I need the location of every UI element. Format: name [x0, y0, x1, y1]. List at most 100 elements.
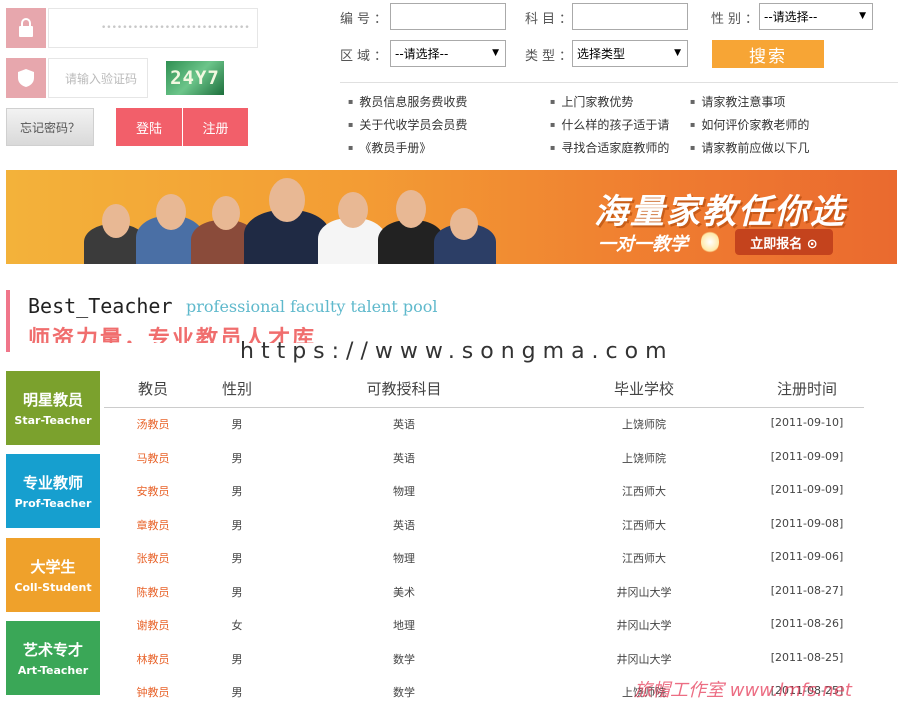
date-cell: [2011-09-06]: [770, 550, 844, 563]
teacher-photo: [156, 194, 186, 230]
subject-cell: 数学: [393, 652, 415, 666]
info-link[interactable]: 关于代收学员会员费: [348, 115, 467, 138]
category-label: 艺术专才: [22, 641, 83, 659]
captcha-row: 请输入验证码 24Y7: [6, 58, 258, 98]
column-header-teacher: 教员: [137, 380, 169, 398]
password-row: ••••••••••••••••••••••••••••: [6, 8, 258, 48]
region-label: 区域：: [340, 49, 392, 64]
category-coll-student[interactable]: 大学生 Coll-Student: [6, 538, 100, 612]
gender-cell: 男: [231, 585, 243, 599]
teacher-name-link[interactable]: 安教员: [137, 483, 170, 499]
teacher-name-link[interactable]: 张教员: [137, 550, 170, 566]
gender-cell: 男: [231, 652, 243, 666]
teacher-name-link[interactable]: 汤教员: [137, 416, 170, 432]
table-row: 马教员 男 英语 上饶师院 [2011-09-09]: [104, 444, 864, 477]
gender-select-value: --请选择--: [764, 10, 818, 24]
search-button[interactable]: 搜索: [712, 40, 824, 68]
subject-cell: 英语: [393, 418, 415, 431]
subject-cell: 物理: [393, 552, 415, 565]
forgot-password-button[interactable]: 忘记密码？: [6, 108, 94, 146]
login-button[interactable]: 登陆: [116, 108, 182, 146]
category-label-en: Coll-Student: [14, 581, 92, 594]
register-button[interactable]: 注册: [183, 108, 248, 146]
type-select[interactable]: 选择类型 ▼: [572, 40, 688, 67]
password-input[interactable]: ••••••••••••••••••••••••••••: [48, 8, 258, 48]
teacher-name-link[interactable]: 章教员: [137, 517, 170, 533]
info-link[interactable]: 什么样的孩子适于请: [550, 115, 669, 138]
signup-now-button[interactable]: 立即报名 ⊙: [735, 229, 833, 255]
subject-label: 科目：: [525, 12, 577, 27]
shield-icon: [6, 58, 46, 98]
region-select[interactable]: --请选择-- ▼: [390, 40, 506, 67]
gender-cell: 男: [231, 686, 243, 699]
column-header-subject: 可教授科目: [366, 380, 442, 398]
table-row: 安教员 男 物理 江西师大 [2011-09-09]: [104, 477, 864, 510]
gender-cell: 男: [231, 485, 243, 498]
date-cell: [2011-08-27]: [770, 583, 844, 597]
table-row: 谢教员 女 地理 井冈山大学 [2011-08-26]: [104, 611, 864, 644]
type-label: 类型：: [525, 49, 577, 64]
teacher-name-link[interactable]: 林教员: [137, 651, 170, 667]
teacher-name-link[interactable]: 马教员: [137, 450, 170, 466]
category-label-en: Art-Teacher: [17, 664, 89, 677]
teacher-photo: [102, 204, 130, 238]
info-link[interactable]: 寻找合适家庭教师的: [550, 138, 669, 161]
date-cell: [2011-08-25]: [770, 650, 844, 664]
subject-cell: 英语: [393, 451, 415, 465]
captcha-input[interactable]: 请输入验证码: [48, 58, 148, 98]
category-label-en: Star-Teacher: [14, 414, 92, 427]
lightbulb-icon: [701, 230, 719, 254]
date-cell: [2011-09-09]: [770, 483, 844, 496]
table-row: 章教员 男 英语 江西师大 [2011-09-08]: [104, 511, 864, 544]
id-input[interactable]: [390, 3, 506, 30]
teacher-photo: [338, 192, 368, 228]
subject-cell: 数学: [393, 686, 415, 699]
subject-cell: 地理: [393, 619, 415, 632]
teacher-name-link[interactable]: 陈教员: [137, 584, 170, 600]
gender-label: 性别：: [711, 12, 763, 27]
school-cell: 井冈山大学: [616, 585, 672, 599]
divider: [340, 82, 898, 83]
info-links-col3: 请家教注意事项 如何评价家教老师的 请家教前应做以下几: [690, 92, 809, 161]
captcha-image[interactable]: 24Y7: [166, 61, 224, 95]
chevron-down-icon: ▼: [674, 48, 681, 58]
school-cell: 上饶师院: [622, 418, 666, 431]
info-link[interactable]: 《教员手册》: [348, 138, 467, 161]
subject-input[interactable]: [572, 3, 688, 30]
info-link[interactable]: 教员信息服务费收费: [348, 92, 467, 115]
category-star-teacher[interactable]: 明星教员 Star-Teacher: [6, 371, 100, 445]
info-link[interactable]: 上门家教优势: [550, 92, 669, 115]
teacher-table-header: 教员 性别 可教授科目 毕业学校 注册时间: [104, 368, 864, 408]
login-panel: •••••••••••••••••••••••••••• 请输入验证码 24Y7…: [6, 0, 258, 150]
school-cell: 井冈山大学: [616, 652, 672, 666]
lock-icon: [6, 8, 46, 48]
category-label: 大学生: [30, 558, 76, 576]
school-cell: 江西师大: [622, 485, 666, 498]
date-cell: [2011-08-26]: [770, 617, 844, 630]
teacher-photo: [269, 178, 305, 222]
school-cell: 井冈山大学: [616, 619, 672, 632]
gender-cell: 男: [231, 418, 243, 431]
column-header-school: 毕业学校: [613, 380, 675, 398]
table-row: 陈教员 男 美术 井冈山大学 [2011-08-27]: [104, 578, 864, 611]
column-header-gender: 性别: [221, 380, 253, 398]
gender-cell: 男: [231, 451, 243, 465]
info-links-col2: 上门家教优势 什么样的孩子适于请 寻找合适家庭教师的: [550, 92, 669, 161]
category-art-teacher[interactable]: 艺术专才 Art-Teacher: [6, 621, 100, 695]
date-cell: [2011-09-10]: [770, 416, 844, 429]
school-cell: 上饶师院: [622, 451, 666, 465]
banner-subtitle: 一对一教学: [598, 234, 688, 255]
info-link[interactable]: 请家教前应做以下几: [690, 138, 809, 161]
teacher-name-link[interactable]: 谢教员: [137, 617, 170, 633]
date-cell: [2011-09-09]: [770, 449, 844, 463]
chevron-down-icon: ▼: [492, 48, 499, 58]
info-link[interactable]: 如何评价家教老师的: [690, 115, 809, 138]
section-subtitle: professional faculty talent pool: [186, 297, 438, 316]
subject-cell: 美术: [393, 585, 415, 599]
gender-select[interactable]: --请选择-- ▼: [759, 3, 873, 30]
category-prof-teacher[interactable]: 专业教师 Prof-Teacher: [6, 454, 100, 528]
teacher-name-link[interactable]: 钟教员: [137, 684, 170, 700]
info-link[interactable]: 请家教注意事项: [690, 92, 809, 115]
gender-cell: 男: [231, 518, 243, 532]
promo-banner[interactable]: 海量家教任你选 一对一教学 立即报名 ⊙: [6, 170, 897, 264]
